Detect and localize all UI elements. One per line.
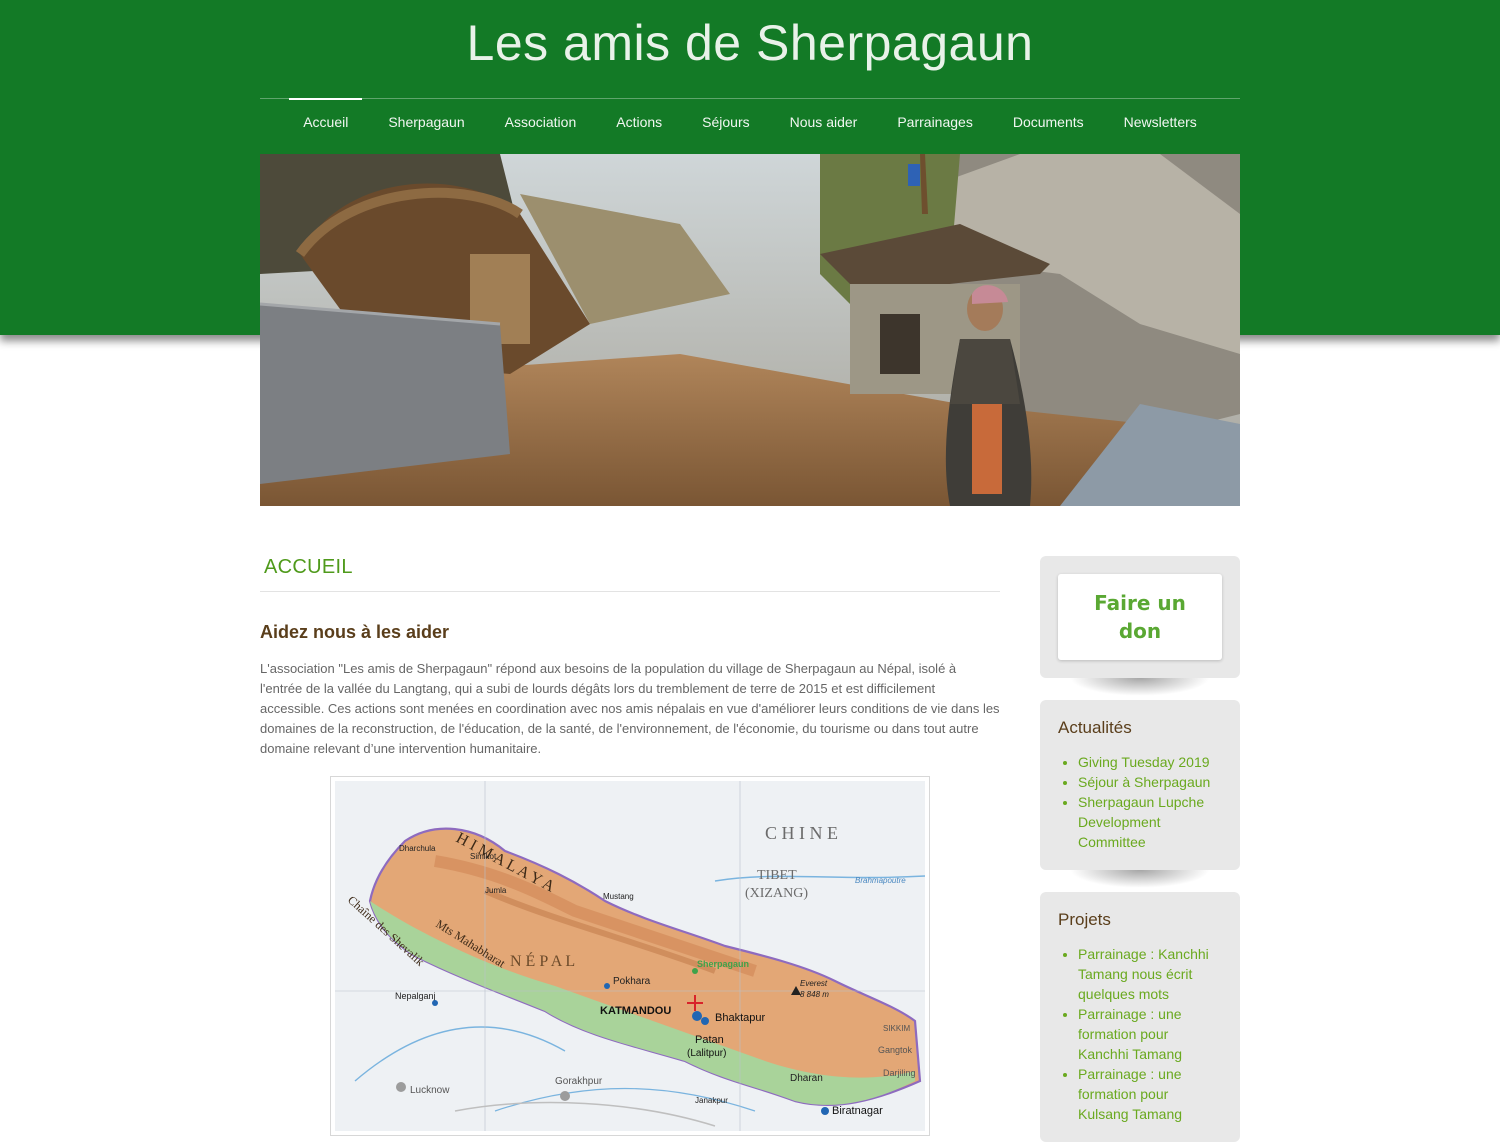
news-list: Giving Tuesday 2019 Séjour à Sherpagaun … <box>1058 752 1222 852</box>
news-item[interactable]: Giving Tuesday 2019 <box>1078 752 1222 772</box>
section-heading: Aidez nous à les aider <box>260 622 450 642</box>
news-item[interactable]: Séjour à Sherpagaun <box>1078 772 1222 792</box>
map-label-everest: Everest <box>800 979 828 988</box>
card-shadow <box>1070 678 1210 696</box>
map-label-janakpur: Janakpur <box>695 1096 728 1105</box>
intro-paragraph: L'association "Les amis de Sherpagaun" r… <box>260 661 1000 756</box>
nav-item-accueil[interactable]: Accueil <box>283 98 368 144</box>
nav-item-sejours[interactable]: Séjours <box>682 99 769 144</box>
map-label-sikkim: SIKKIM <box>883 1024 910 1033</box>
card-shadow <box>1070 870 1210 888</box>
map-label-xizang: (XIZANG) <box>745 886 808 901</box>
map-label-nepal: N É P A L <box>510 951 575 970</box>
hero-image <box>260 154 1240 506</box>
news-card: Actualités Giving Tuesday 2019 Séjour à … <box>1040 700 1240 870</box>
nav-item-nous-aider[interactable]: Nous aider <box>770 99 878 144</box>
donate-card: Faire un don <box>1040 556 1240 678</box>
nav-item-documents[interactable]: Documents <box>993 99 1104 144</box>
map-label-bhaktapur: Bhaktapur <box>715 1012 765 1024</box>
map-label-dharan: Dharan <box>790 1073 823 1084</box>
map-label-katmandou: KATMANDOU <box>600 1005 671 1017</box>
project-item[interactable]: Parrainage : une formation pour Kanchhi … <box>1078 1004 1222 1064</box>
map-label-everest-altitude: 8 848 m <box>800 990 829 999</box>
map-label-gangtok: Gangtok <box>878 1045 913 1055</box>
nav-item-actions[interactable]: Actions <box>596 99 682 144</box>
map-label-brahmapoutre: Brahmapoutre <box>855 876 906 885</box>
news-item[interactable]: Sherpagaun Lupche Development Committee <box>1078 792 1222 852</box>
nav-item-newsletters[interactable]: Newsletters <box>1104 99 1217 144</box>
map-label-nepalganj: Nepalganj <box>395 991 436 1001</box>
map-label-mustang: Mustang <box>603 892 634 901</box>
map-label-pokhara: Pokhara <box>613 976 651 987</box>
map-label-patan: Patan <box>695 1034 724 1046</box>
sidebar: Faire un don Actualités Giving Tuesday 2… <box>1040 556 1240 1142</box>
map-label-lucknow: Lucknow <box>410 1085 450 1096</box>
map-label-tibet: TIBET <box>757 868 797 883</box>
map-label-lalitpur: (Lalitpur) <box>687 1048 726 1059</box>
nav-item-parrainages[interactable]: Parrainages <box>877 99 993 144</box>
projects-list: Parrainage : Kanchhi Tamang nous écrit q… <box>1058 944 1222 1124</box>
nav-item-sherpagaun[interactable]: Sherpagaun <box>368 99 484 144</box>
main-navigation: Accueil Sherpagaun Association Actions S… <box>260 98 1240 144</box>
map-label-jumla: Jumla <box>485 886 507 895</box>
nav-item-association[interactable]: Association <box>485 99 597 144</box>
site-title[interactable]: Les amis de Sherpagaun <box>0 14 1500 72</box>
news-title: Actualités <box>1058 718 1132 737</box>
map-label-dharchula: Dharchula <box>399 844 436 853</box>
map-label-gorakhpur: Gorakhpur <box>555 1076 603 1087</box>
map-label-simikot: Simikot <box>470 852 497 861</box>
projects-card: Projets Parrainage : Kanchhi Tamang nous… <box>1040 892 1240 1142</box>
main-content: ACCUEIL Aidez nous à les aider L'associa… <box>260 556 1000 1136</box>
donate-button[interactable]: Faire un don <box>1058 574 1222 660</box>
project-item[interactable]: Parrainage : Kanchhi Tamang nous écrit q… <box>1078 944 1222 1004</box>
nepal-map[interactable]: C H I N E TIBET (XIZANG) Brahmapoutre H … <box>330 776 930 1136</box>
projects-title: Projets <box>1058 910 1111 929</box>
map-label-darjiling: Darjiling <box>883 1068 916 1078</box>
map-label-sherpagaun: Sherpagaun <box>697 959 749 969</box>
project-item[interactable]: Parrainage : une formation pour Kulsang … <box>1078 1064 1222 1124</box>
map-label-chine: C H I N E <box>765 823 838 843</box>
map-label-biratnagar: Biratnagar <box>832 1105 883 1117</box>
page-title: ACCUEIL <box>260 556 1000 592</box>
